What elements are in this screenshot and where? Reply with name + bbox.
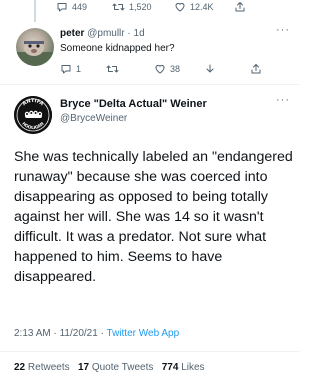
retweets-stat[interactable]: 22 Retweets [14,362,70,373]
avatar-image [16,40,54,66]
download-arrow-icon [204,63,216,75]
reply-like-button[interactable]: 38 [154,63,180,75]
reply-icon [56,1,68,13]
quotes-count: 17 [77,362,90,373]
divider [0,351,300,352]
reply-header: peter @pmullr · 1d [60,28,145,39]
reply-separator: · [127,28,131,39]
likes-stat[interactable]: 774 Likes [162,362,205,373]
reply-share-button[interactable] [250,63,262,75]
retweets-label: Retweets [27,362,70,373]
divider [0,84,300,85]
retweet-icon [106,63,119,75]
reply-author-name[interactable]: peter [60,28,84,39]
reply-author-handle[interactable]: @pmullr [87,28,124,39]
reply-time[interactable]: 1d [134,28,145,39]
prev-reply-count: 449 [72,2,88,12]
reply-icon [60,63,72,75]
author-handle[interactable]: @BryceWeiner [60,113,127,124]
reply-retweet-button[interactable] [106,63,119,75]
retweets-count: 22 [14,362,26,373]
reply-text: Someone kidnapped her? [60,43,175,54]
share-icon [250,63,262,75]
antifa-hooligan-logo: ANTIFA HOOLIGAN [14,96,52,134]
thread-connector [34,0,36,22]
tweet-stats: 22 Retweets 17 Quote Tweets 774 Likes [14,362,205,373]
reply-like-count: 38 [170,64,181,74]
heart-icon [154,63,166,75]
quotes-label: Quote Tweets [91,362,154,373]
tweet-date[interactable]: 11/20/21 [60,328,98,339]
prev-retweet-count: 1,520 [129,2,152,12]
prev-retweet-button[interactable]: 1,520 [112,1,152,13]
prev-like-count: 12.4K [190,2,214,12]
likes-count: 774 [161,362,179,373]
author-avatar[interactable]: ANTIFA HOOLIGAN [14,96,52,134]
prev-tweet-action-bar: 449 1,520 12.4K [56,0,276,14]
tweet-meta: 2:13 AM · 11/20/21 · Twitter Web App [14,328,179,339]
heart-icon [174,1,186,13]
reply-more-button[interactable]: ··· [276,24,290,36]
reply-reply-count: 1 [76,64,82,74]
tweet-more-button[interactable]: ··· [276,94,290,106]
reply-reply-button[interactable]: 1 [60,63,81,75]
reply-avatar[interactable] [16,28,54,66]
reply-download-button[interactable] [204,63,216,75]
prev-share-button[interactable] [234,1,246,13]
reply-action-bar: 1 38 [60,63,270,77]
reply-tweet[interactable]: peter @pmullr · 1d ··· Someone kidnapped… [0,22,300,80]
tweet-text: She was technically labeled an "endanger… [14,149,293,285]
prev-reply-button[interactable]: 449 [56,1,87,13]
tweet-source-link[interactable]: Twitter Web App [107,328,180,339]
quotes-stat[interactable]: 17 Quote Tweets [78,362,153,373]
prev-like-button[interactable]: 12.4K [174,1,214,13]
likes-label: Likes [181,362,205,373]
share-icon [234,1,246,13]
author-name[interactable]: Bryce "Delta Actual" Weiner [60,98,207,110]
tweet-time[interactable]: 2:13 AM [14,328,51,339]
meta-separator: · [53,328,57,339]
retweet-icon [112,1,125,13]
meta-separator: · [100,328,104,339]
